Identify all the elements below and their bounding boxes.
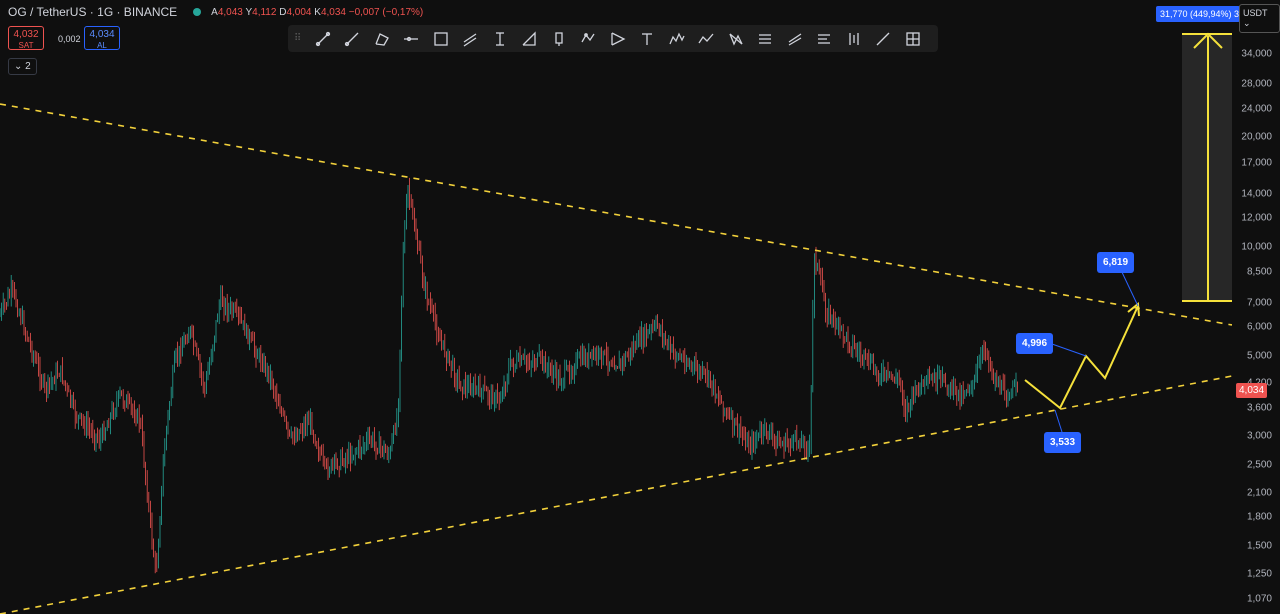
- brush-icon[interactable]: [869, 25, 899, 52]
- price-label-icon[interactable]: [544, 25, 574, 52]
- buy-button[interactable]: 4,034 AL: [84, 26, 120, 50]
- price-tick: 10,000: [1241, 241, 1272, 253]
- measure-label: 31,770 (449,94%) 3: [1156, 6, 1240, 22]
- callout-target-low[interactable]: 3,533: [1044, 432, 1082, 453]
- symbol-title[interactable]: OG / TetherUS · 1G · BINANCE: [8, 5, 177, 19]
- gann-fan-icon[interactable]: [603, 25, 633, 52]
- price-tick: 20,000: [1241, 131, 1272, 143]
- price-tick: 1,500: [1246, 540, 1272, 552]
- support-trendline[interactable]: [0, 375, 1232, 614]
- drawing-toolbar: ⠿: [288, 25, 938, 52]
- callout-line-mid: [1051, 343, 1087, 357]
- close-label: K: [314, 6, 321, 18]
- price-tick: 3,000: [1246, 430, 1272, 442]
- buy-label: AL: [97, 41, 107, 50]
- price-tick: 8,500: [1246, 266, 1272, 278]
- open-value: 4,043: [217, 6, 243, 18]
- sell-button[interactable]: 4,032 SAT: [8, 26, 44, 50]
- callout-target-mid[interactable]: 4,996: [1016, 333, 1054, 354]
- price-tick: 1,800: [1246, 511, 1272, 523]
- chevron-down-icon: ⌄: [1243, 18, 1251, 28]
- pattern-icon[interactable]: [574, 25, 604, 52]
- ray-icon[interactable]: [338, 25, 368, 52]
- current-price-label: 4,034: [1236, 383, 1268, 398]
- callout-line-low: [1054, 409, 1063, 433]
- elliott-wave-icon[interactable]: [662, 25, 692, 52]
- price-tick: 1,070: [1246, 593, 1272, 605]
- position-icon[interactable]: [751, 25, 781, 52]
- currency-label: USDT: [1243, 8, 1268, 18]
- low-value: 4,004: [286, 6, 312, 18]
- price-axis[interactable]: 40,00034,00028,00024,00020,00017,00014,0…: [1232, 0, 1280, 614]
- price-tick: 14,000: [1241, 188, 1272, 200]
- chevron-down-icon: ⌄: [14, 61, 23, 72]
- spread-value: 0,002: [58, 34, 81, 44]
- currency-selector[interactable]: USDT ⌄: [1239, 4, 1280, 33]
- measure-icon[interactable]: [898, 25, 928, 52]
- forecast-icon[interactable]: [810, 25, 840, 52]
- path-icon[interactable]: [692, 25, 722, 52]
- sell-label: SAT: [18, 41, 34, 50]
- sell-price: 4,032: [13, 29, 39, 40]
- high-value: 4,112: [252, 6, 277, 18]
- callout-target-high[interactable]: 6,819: [1097, 252, 1135, 273]
- close-value: 4,034: [320, 6, 346, 18]
- projection-path[interactable]: [1024, 305, 1139, 410]
- text-cursor-icon[interactable]: [485, 25, 515, 52]
- horizontal-ray-icon[interactable]: [397, 25, 427, 52]
- price-tick: 6,000: [1246, 321, 1272, 333]
- price-tick: 5,000: [1246, 350, 1272, 362]
- xabcd-pattern-icon[interactable]: [721, 25, 751, 52]
- parallel-channel-icon[interactable]: [456, 25, 486, 52]
- price-tick: 7,000: [1246, 297, 1272, 309]
- bars-pattern-icon[interactable]: [839, 25, 869, 52]
- indicators-count: 2: [25, 61, 31, 72]
- price-tick: 24,000: [1241, 103, 1272, 115]
- price-tick: 28,000: [1241, 78, 1272, 90]
- text-icon[interactable]: [633, 25, 663, 52]
- change-value: −0,007 (−0,17%): [348, 6, 424, 18]
- ohlc-readout: A4,043 Y4,112 D4,004 K4,034 −0,007 (−0,1…: [211, 7, 423, 18]
- price-chart[interactable]: [0, 0, 1232, 614]
- market-open-icon: [193, 8, 202, 16]
- trend-line-icon[interactable]: [308, 25, 338, 52]
- price-tick: 12,000: [1241, 212, 1272, 224]
- rectangle-icon[interactable]: [426, 25, 456, 52]
- callout-line-high: [1119, 267, 1139, 307]
- price-tick: 17,000: [1241, 157, 1272, 169]
- drag-handle-icon[interactable]: ⠿: [294, 33, 308, 44]
- price-tick: 2,500: [1246, 459, 1272, 471]
- indicators-toggle[interactable]: ⌄ 2: [8, 58, 37, 75]
- open-label: A: [211, 6, 218, 18]
- fib-icon[interactable]: [515, 25, 545, 52]
- price-tick: 34,000: [1241, 48, 1272, 60]
- price-tick: 2,100: [1246, 487, 1272, 499]
- polyline-icon[interactable]: [367, 25, 397, 52]
- symbol-header: OG / TetherUS · 1G · BINANCE A4,043 Y4,1…: [8, 5, 423, 19]
- resistance-trendline[interactable]: [0, 103, 1232, 326]
- projection-icon[interactable]: [780, 25, 810, 52]
- price-tick: 3,600: [1246, 402, 1272, 414]
- price-tick: 1,250: [1246, 568, 1272, 580]
- candlestick-series: [0, 177, 1018, 574]
- buy-price: 4,034: [89, 29, 115, 40]
